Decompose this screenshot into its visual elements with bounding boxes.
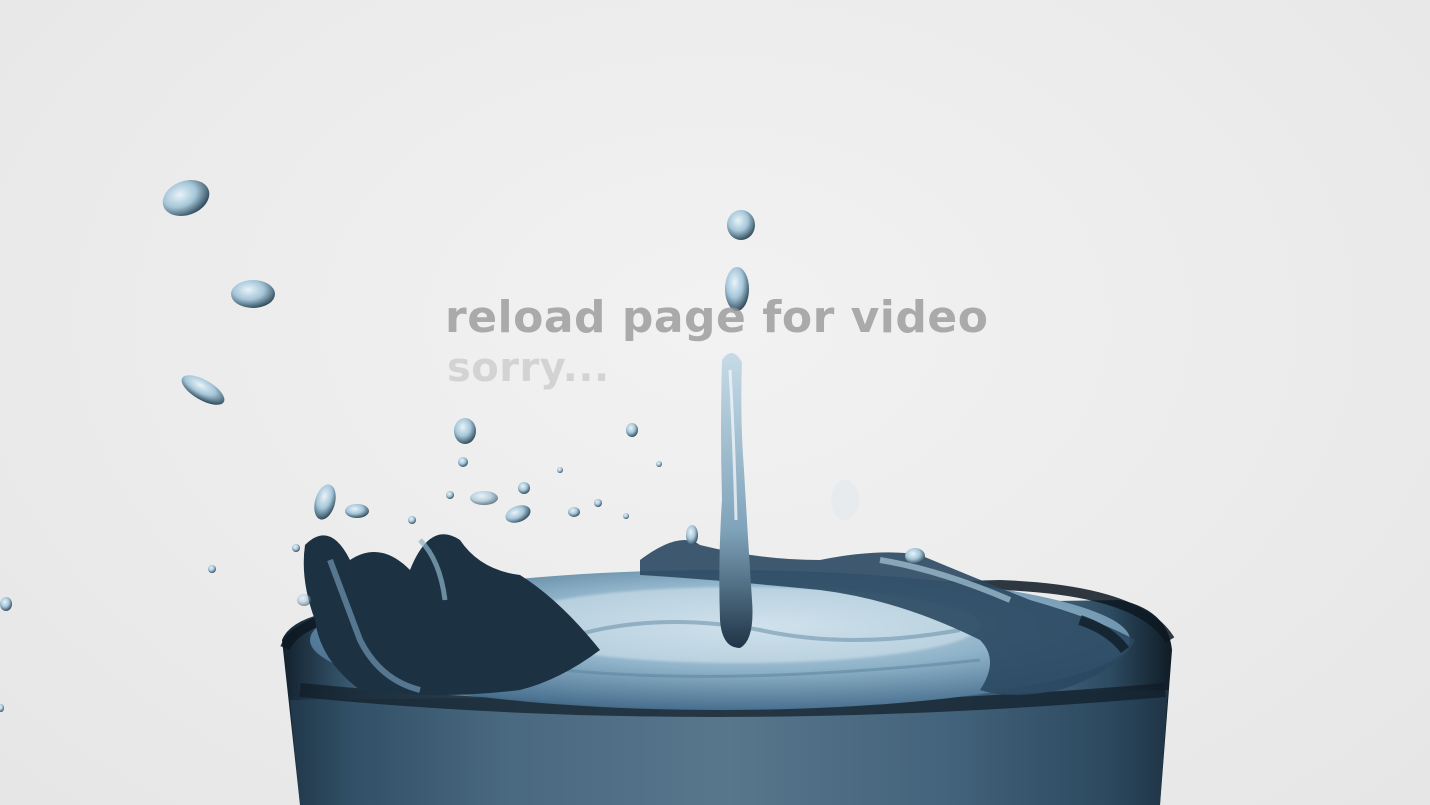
reload-message: reload page for video — [445, 292, 989, 343]
water-splash-image — [0, 180, 1175, 805]
video-fallback-message: reload page for video sorry... — [445, 292, 988, 392]
video-background: reload page for video sorry... — [0, 0, 1430, 805]
apology-message: sorry... — [447, 345, 610, 391]
